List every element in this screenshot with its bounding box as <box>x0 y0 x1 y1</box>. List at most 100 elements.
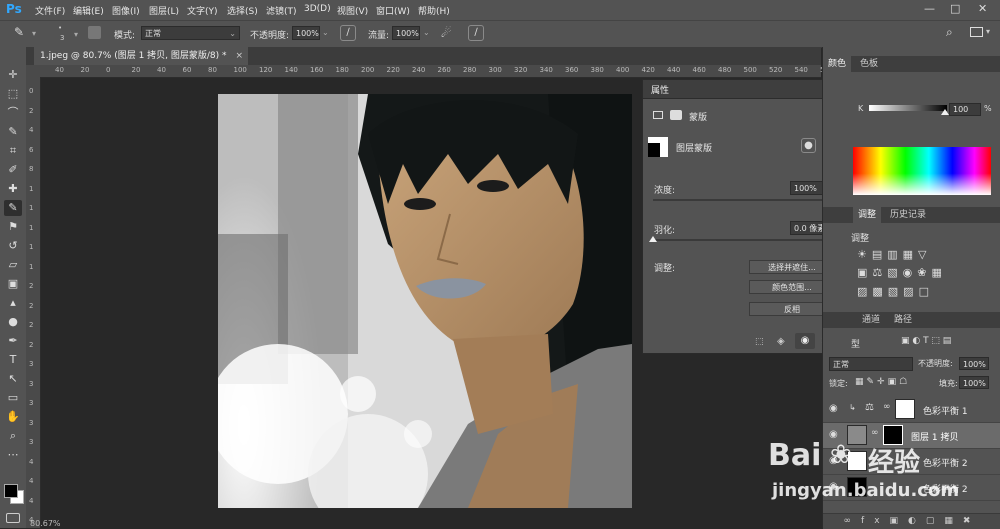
close-icon[interactable]: ✕ <box>978 2 987 15</box>
document-tab[interactable]: 1.jpeg @ 80.7% (图层 1 拷贝, 图层蒙版/8) * × <box>34 47 248 65</box>
menu-window[interactable]: 窗口(W) <box>376 4 410 17</box>
path-select-tool-icon[interactable]: ↖ <box>4 371 22 387</box>
layer-opacity-input[interactable]: 100% <box>959 357 989 370</box>
more-tools-icon[interactable]: ⋯ <box>4 447 22 463</box>
layers-footer-icons[interactable]: ∞fx▣◐▢▦✖ <box>823 513 1000 529</box>
brush-panel-icon[interactable] <box>88 26 101 39</box>
foreground-color-swatch[interactable] <box>4 484 18 498</box>
quick-mask-icon[interactable] <box>6 513 20 523</box>
opacity-input[interactable]: 100% <box>292 26 320 40</box>
horizontal-ruler[interactable]: 40 20 0 20 40 60 80 100 120 140 160 180 200 220 240 260… <box>41 65 833 78</box>
ruler-tick-label: 1 <box>29 223 34 232</box>
adjustment-icons-row-1[interactable]: ☀▤▥▦▽ <box>857 248 997 264</box>
workspace-chevron-icon[interactable]: ▾ <box>986 27 990 36</box>
visibility-eye-icon[interactable]: ◉ <box>829 403 838 414</box>
lock-icons[interactable]: ▦✎✛▣☖ <box>855 377 935 389</box>
tab-color[interactable]: 颜色 <box>823 56 852 72</box>
ruler-tick-label: 280 <box>463 66 477 74</box>
pressure-opacity-icon[interactable]: ∕ <box>340 25 356 41</box>
brush-tool-icon[interactable]: ✎ <box>4 200 22 216</box>
ruler-tick-label: 1 <box>29 204 34 212</box>
blend-mode-select[interactable]: 正常 <box>829 357 913 371</box>
dodge-tool-icon[interactable]: ● <box>4 314 22 330</box>
adjustment-mask-thumbnail[interactable] <box>895 399 915 419</box>
load-selection-icon[interactable]: ⬚ <box>755 337 764 347</box>
color-spectrum[interactable] <box>853 147 991 195</box>
tab-channels[interactable]: 通道 <box>857 312 885 328</box>
quick-select-tool-icon[interactable]: ✎ <box>4 124 22 140</box>
healing-brush-tool-icon[interactable]: ✚ <box>4 181 22 197</box>
layer-filter-icons[interactable]: ▣ ◐ T ⬚ ▤ <box>901 336 997 348</box>
tab-history[interactable]: 历史记录 <box>885 207 931 223</box>
toggle-mask-visibility-icon[interactable]: ◉ <box>795 333 815 349</box>
lasso-tool-icon[interactable]: ⌒ <box>4 105 22 121</box>
history-brush-tool-icon[interactable]: ↺ <box>4 238 22 254</box>
menu-3d[interactable]: 3D(D) <box>304 4 331 14</box>
mode-select[interactable]: 正常 ⌄ <box>141 26 240 40</box>
brush-size-value[interactable]: 3 <box>60 34 64 42</box>
hand-tool-icon[interactable]: ✋ <box>4 409 22 425</box>
adjustment-icons-row-3[interactable]: ▨▩▧▨□ <box>857 285 997 301</box>
vertical-ruler[interactable]: 02468111112222333334444 <box>26 77 41 528</box>
pixel-mask-icon[interactable] <box>653 111 663 119</box>
menu-file[interactable]: 文件(F) <box>35 4 65 17</box>
brush-icon[interactable]: ✎ <box>14 25 24 39</box>
opacity-chevron-icon[interactable]: ⌄ <box>322 28 329 37</box>
fill-input[interactable]: 100% <box>959 376 989 389</box>
eyedropper-tool-icon[interactable]: ✐ <box>4 162 22 178</box>
feather-slider-thumb[interactable] <box>649 236 657 242</box>
gradient-tool-icon[interactable]: ▣ <box>4 276 22 292</box>
feather-slider[interactable] <box>653 239 833 241</box>
menu-layer[interactable]: 图层(L) <box>149 4 179 17</box>
chevron-down-icon[interactable]: ▾ <box>32 29 36 38</box>
mask-thumbnail[interactable] <box>648 137 668 157</box>
k-slider-thumb[interactable] <box>941 109 949 115</box>
airbrush-icon[interactable]: ☄ <box>441 26 452 40</box>
k-slider-track[interactable] <box>869 105 947 111</box>
density-slider[interactable] <box>653 199 833 201</box>
pen-tool-icon[interactable]: ✒ <box>4 333 22 349</box>
layer-name[interactable]: 色彩平衡 1 <box>923 404 968 417</box>
menu-select[interactable]: 选择(S) <box>227 4 258 17</box>
restore-icon[interactable]: □ <box>950 2 960 15</box>
options-bar: ✎ ▾ • 3 ▾ 模式: 正常 ⌄ 不透明度: 100% ⌄ ∕ 流量: 10… <box>0 20 1000 48</box>
brush-preset-chevron-icon[interactable]: ▾ <box>74 30 78 39</box>
menu-image[interactable]: 图像(I) <box>112 4 140 17</box>
minimize-icon[interactable]: — <box>924 2 935 15</box>
menu-edit[interactable]: 编辑(E) <box>73 4 104 17</box>
vector-mask-icon[interactable] <box>670 110 682 120</box>
document-photo[interactable] <box>218 94 632 508</box>
layer-filter-label[interactable]: 型 <box>851 337 860 350</box>
adjustment-icons-row-2[interactable]: ▣⚖▧◉❀▦ <box>857 266 997 282</box>
move-tool-icon[interactable]: ✛ <box>4 67 22 83</box>
shape-tool-icon[interactable]: ▭ <box>4 390 22 406</box>
tab-paths[interactable]: 路径 <box>889 312 917 328</box>
menu-filter[interactable]: 滤镜(T) <box>266 4 297 17</box>
flow-input[interactable]: 100% <box>392 26 420 40</box>
eraser-tool-icon[interactable]: ▱ <box>4 257 22 273</box>
zoom-status[interactable]: 80.67% <box>30 519 61 528</box>
search-icon[interactable]: ⌕ <box>946 25 953 40</box>
type-tool-icon[interactable]: T <box>4 352 22 368</box>
layer-row[interactable]: ◉ ↳ ⚖ ∞ 色彩平衡 1 <box>823 397 1000 423</box>
menu-type[interactable]: 文字(Y) <box>187 4 218 17</box>
k-value-input[interactable]: 100 <box>949 103 981 116</box>
tab-close-icon[interactable]: × <box>235 47 243 65</box>
ruler-tick-label: 40 <box>157 66 166 74</box>
ruler-tick-label: 480 <box>718 66 732 74</box>
blur-tool-icon[interactable]: ▴ <box>4 295 22 311</box>
flow-chevron-icon[interactable]: ⌄ <box>423 28 430 37</box>
apply-mask-icon[interactable]: ◈ <box>777 336 785 347</box>
menu-view[interactable]: 视图(V) <box>337 4 368 17</box>
add-pixel-mask-icon[interactable]: ● <box>801 138 816 153</box>
zoom-tool-icon[interactable]: ⌕ <box>4 428 22 444</box>
marquee-tool-icon[interactable]: ⬚ <box>4 86 22 102</box>
crop-tool-icon[interactable]: ⌗ <box>4 143 22 159</box>
menu-help[interactable]: 帮助(H) <box>418 4 450 17</box>
workspace-icon[interactable] <box>970 27 983 37</box>
tab-swatches[interactable]: 色板 <box>855 56 883 72</box>
pressure-size-icon[interactable]: ∕ <box>468 25 484 41</box>
tab-adjustments[interactable]: 调整 <box>853 207 882 223</box>
document-tab-bar: 1.jpeg @ 80.7% (图层 1 拷贝, 图层蒙版/8) * × <box>26 47 821 66</box>
clone-stamp-tool-icon[interactable]: ⚑ <box>4 219 22 235</box>
